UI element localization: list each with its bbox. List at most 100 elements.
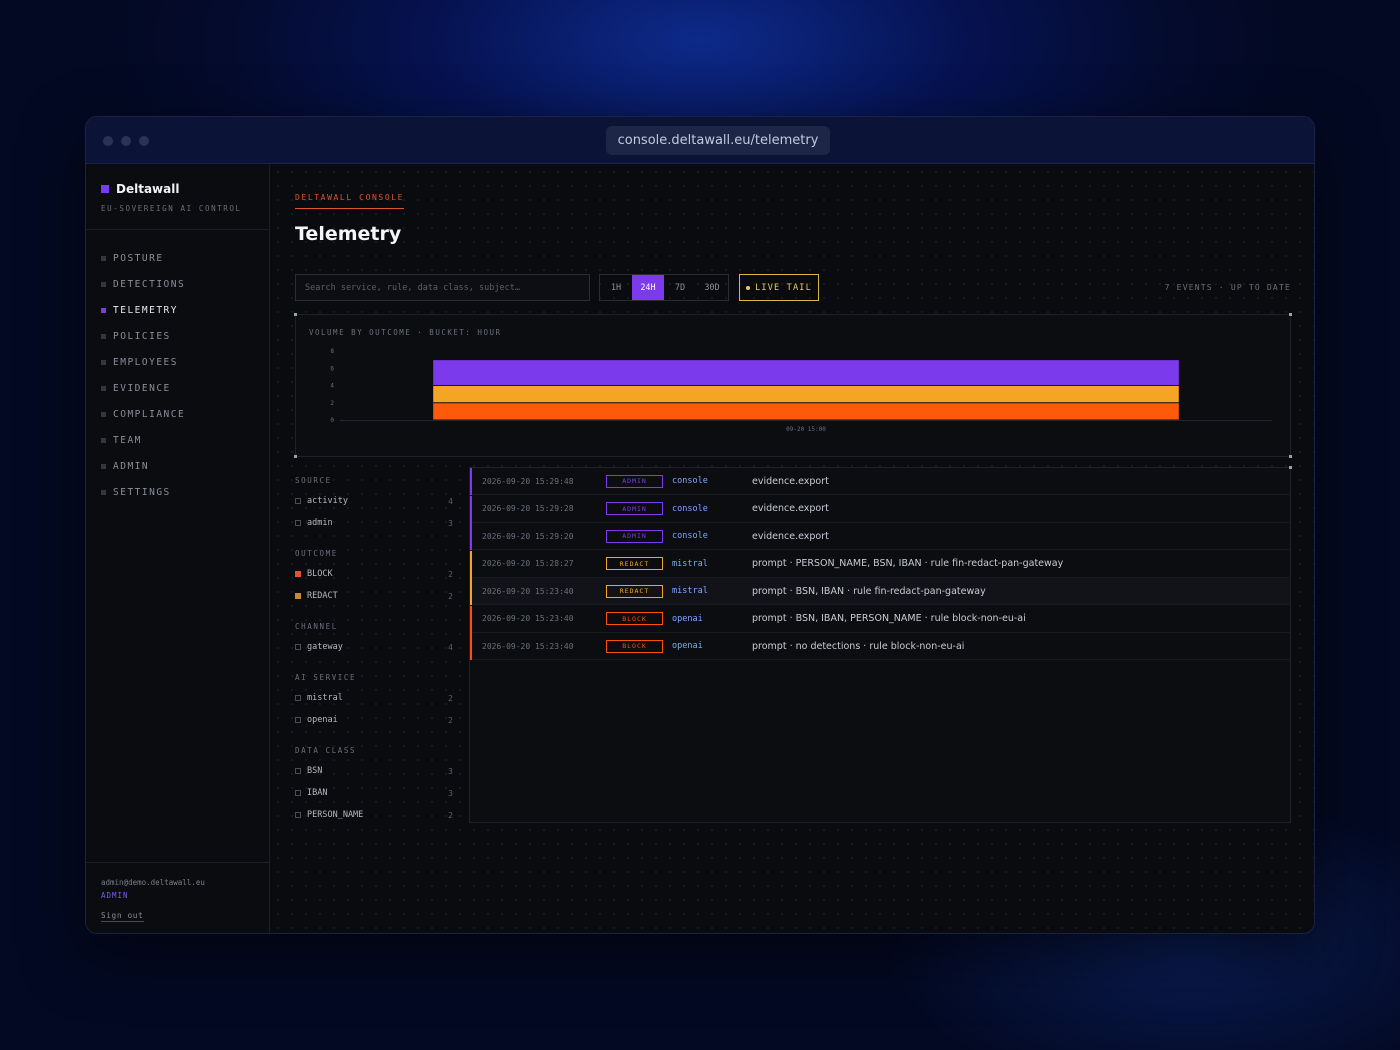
sign-out-link[interactable]: Sign out <box>101 911 144 922</box>
facet-option-mistral[interactable]: mistral 2 <box>295 687 453 709</box>
facet-option-label: PERSON_NAME <box>307 810 364 820</box>
facet-option-admin[interactable]: admin 3 <box>295 512 453 534</box>
checkbox-icon[interactable] <box>295 768 301 774</box>
sidebar-item-detections[interactable]: DETECTIONS <box>101 271 185 297</box>
outcome-swatch-icon[interactable] <box>295 593 301 599</box>
maximize-window-icon[interactable] <box>139 136 149 146</box>
facet-option-block[interactable]: BLOCK 2 <box>295 563 453 585</box>
sidebar-item-settings[interactable]: SETTINGS <box>101 479 185 505</box>
table-row[interactable]: 2026-09-20 15:28:27 REDACT mistral prompt ·… <box>470 550 1290 578</box>
facet-spacer <box>295 658 453 667</box>
brand-tagline: EU-SOVEREIGN AI CONTROL <box>101 204 242 213</box>
event-service[interactable]: console <box>672 476 708 486</box>
range-1h-button[interactable]: 1H <box>600 275 632 300</box>
event-service[interactable]: console <box>672 504 708 514</box>
event-service[interactable]: mistral <box>672 586 708 596</box>
y-tick-label: 0 <box>330 417 334 424</box>
y-tick-label: 8 <box>330 348 334 355</box>
facet-option-label: openai <box>307 715 338 725</box>
search-input[interactable] <box>295 274 590 301</box>
sidebar-item-label: EMPLOYEES <box>113 356 178 368</box>
facet-option-openai[interactable]: openai 2 <box>295 709 453 731</box>
bar-segment-redact <box>433 386 1179 403</box>
facet-option-count: 4 <box>448 642 453 652</box>
address-bar[interactable]: console.deltawall.eu/telemetry <box>606 126 830 155</box>
brand-logo-icon <box>101 185 109 193</box>
facet-option-redact[interactable]: REDACT 2 <box>295 585 453 607</box>
events-status: 7 EVENTS · UP TO DATE <box>1164 283 1291 292</box>
sidebar-item-label: EVIDENCE <box>113 382 171 394</box>
event-timestamp: 2026-09-20 15:28:27 <box>482 559 574 568</box>
event-service[interactable]: mistral <box>672 559 708 569</box>
minimize-window-icon[interactable] <box>121 136 131 146</box>
y-tick-label: 6 <box>330 365 334 372</box>
sidebar-item-evidence[interactable]: EVIDENCE <box>101 375 185 401</box>
outcome-badge: REDACT <box>606 557 663 570</box>
nav-bullet-icon <box>101 307 106 313</box>
user-role: ADMIN <box>101 891 129 900</box>
checkbox-icon[interactable] <box>295 644 301 650</box>
facet-option-label: gateway <box>307 642 343 652</box>
outcome-stripe <box>470 495 472 523</box>
event-timestamp: 2026-09-20 15:29:48 <box>482 476 574 486</box>
event-summary: evidence.export <box>752 503 829 514</box>
facet-option-count: 2 <box>448 693 453 703</box>
facet-option-gateway[interactable]: gateway 4 <box>295 636 453 658</box>
sidebar-item-label: ADMIN <box>113 460 150 472</box>
sidebar-item-employees[interactable]: EMPLOYEES <box>101 349 185 375</box>
sidebar-item-policies[interactable]: POLICIES <box>101 323 185 349</box>
facet-heading-ai-service: AI SERVICE <box>295 672 357 682</box>
facet-option-count: 2 <box>448 591 453 601</box>
event-service[interactable]: console <box>672 531 708 541</box>
table-row[interactable]: 2026-09-20 15:23:40 BLOCK openai prompt · n… <box>470 633 1290 660</box>
main-content: DELTAWALL CONSOLE Telemetry 1H24H7D30D L… <box>271 165 1314 933</box>
outcome-badge: ADMIN <box>606 529 663 543</box>
table-row[interactable]: 2026-09-20 15:29:20 ADMIN console evidence.… <box>470 523 1290 550</box>
range-24h-button[interactable]: 24H <box>632 275 664 300</box>
facet-option-bsn[interactable]: BSN 3 <box>295 760 453 782</box>
table-row[interactable]: 2026-09-20 15:23:40 REDACT mistral prompt ·… <box>470 578 1290 605</box>
facet-option-activity[interactable]: activity 4 <box>295 490 453 512</box>
checkbox-icon[interactable] <box>295 695 301 701</box>
brand[interactable]: Deltawall <box>101 182 179 196</box>
events-table: 2026-09-20 15:29:48 ADMIN console evidence.… <box>469 466 1292 823</box>
checkbox-icon[interactable] <box>295 520 301 526</box>
outcome-badge: ADMIN <box>606 502 663 515</box>
table-row[interactable]: 2026-09-20 15:29:48 ADMIN console evidence.… <box>470 468 1290 495</box>
facet-heading-channel: CHANNEL <box>295 621 338 631</box>
sidebar-item-admin[interactable]: ADMIN <box>101 453 185 479</box>
bar-segment-block <box>433 403 1179 420</box>
checkbox-icon[interactable] <box>295 717 301 723</box>
event-service[interactable]: openai <box>672 614 703 624</box>
range-30d-button[interactable]: 30D <box>696 275 728 300</box>
checkbox-icon[interactable] <box>295 790 301 796</box>
sidebar-item-posture[interactable]: POSTURE <box>101 245 185 271</box>
nav-bullet-icon <box>101 255 106 261</box>
sidebar-item-compliance[interactable]: COMPLIANCE <box>101 401 185 427</box>
facet-option-label: admin <box>307 518 333 528</box>
sidebar-item-team[interactable]: TEAM <box>101 427 185 453</box>
nav-bullet-icon <box>101 333 106 339</box>
close-window-icon[interactable] <box>103 136 113 146</box>
event-summary: prompt · PERSON_NAME, BSN, IBAN · rule f… <box>752 558 1064 569</box>
facet-option-iban[interactable]: IBAN 3 <box>295 782 453 804</box>
table-row[interactable]: 2026-09-20 15:23:40 BLOCK openai prompt · B… <box>470 605 1290 633</box>
facet-option-count: 2 <box>448 569 453 579</box>
live-tail-label: LIVE TAIL <box>755 282 812 293</box>
table-row[interactable]: 2026-09-20 15:29:28 ADMIN console evidence.… <box>470 495 1290 523</box>
outcome-stripe <box>470 550 472 578</box>
checkbox-icon[interactable] <box>295 498 301 504</box>
browser-window: console.deltawall.eu/telemetry Deltawall… <box>85 116 1315 934</box>
brand-name: Deltawall <box>116 182 180 196</box>
live-indicator-icon <box>746 285 751 290</box>
x-tick-label: 09-20 15:00 <box>786 426 826 433</box>
facet-option-person-name[interactable]: PERSON_NAME 2 <box>295 804 453 826</box>
facet-option-label: BLOCK <box>307 569 333 579</box>
sidebar-item-telemetry[interactable]: TELEMETRY <box>101 297 185 323</box>
range-7d-button[interactable]: 7D <box>664 275 696 300</box>
checkbox-icon[interactable] <box>295 812 301 818</box>
outcome-badge: BLOCK <box>606 639 663 653</box>
live-tail-button[interactable]: LIVE TAIL <box>739 274 819 301</box>
outcome-swatch-icon[interactable] <box>295 571 301 577</box>
event-service[interactable]: openai <box>672 641 703 651</box>
